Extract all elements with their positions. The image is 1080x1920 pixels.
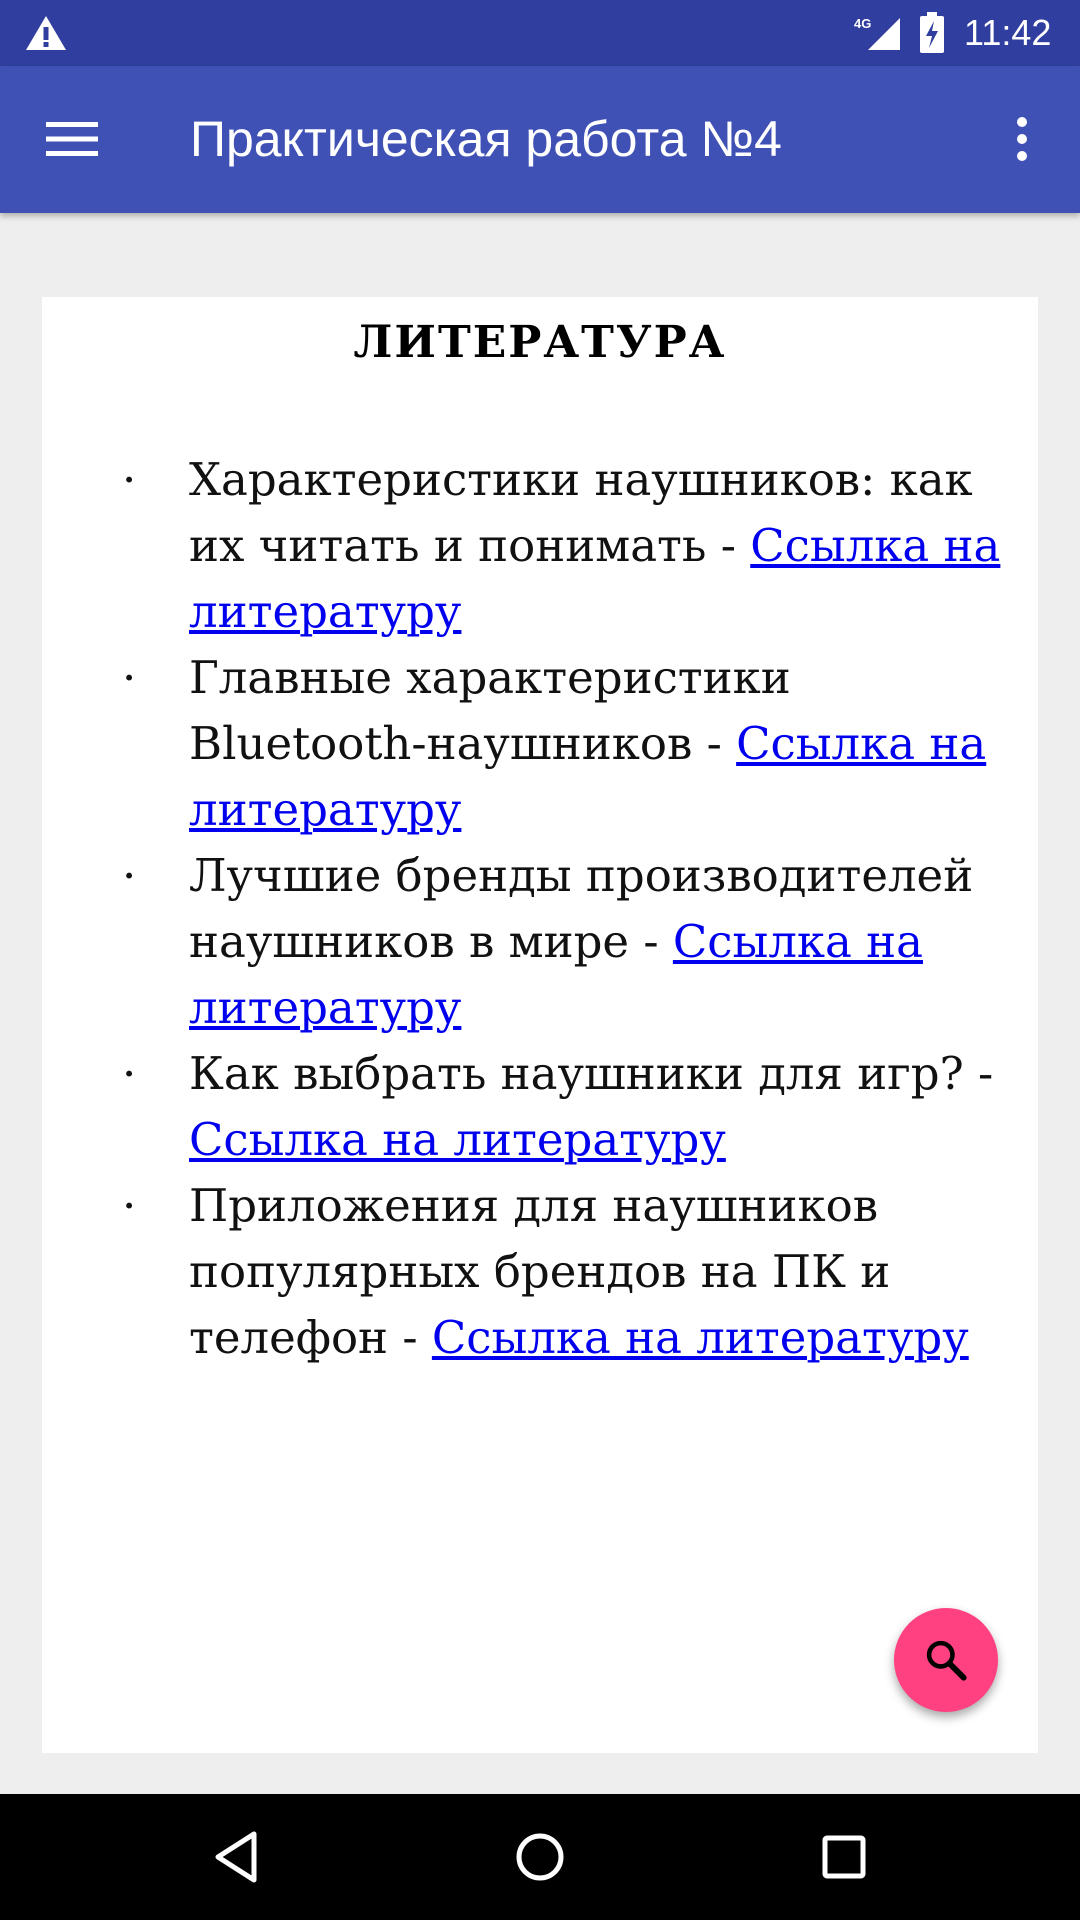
list-item: · Как выбрать наушники для игр? - Ссылка…: [42, 1041, 1038, 1173]
literature-list: · Характеристики наушников: как их читат…: [42, 447, 1038, 1371]
search-fab[interactable]: [894, 1608, 998, 1712]
literature-link[interactable]: Ссылка на литературу: [432, 1311, 969, 1364]
bullet: ·: [122, 849, 137, 902]
home-circle-icon: [516, 1833, 564, 1881]
list-item-text: Главные характеристики Bluetooth-наушник…: [189, 651, 791, 770]
navigation-drawer-button[interactable]: [32, 106, 112, 172]
recents-button[interactable]: [812, 1825, 876, 1889]
bullet: ·: [122, 1179, 137, 1232]
content-card: ЛИТЕРАТУРА · Характеристики наушников: к…: [42, 297, 1038, 1753]
list-item: · Лучшие бренды производителей наушников…: [42, 843, 1038, 1041]
bullet: ·: [122, 651, 137, 704]
overflow-menu-button[interactable]: [992, 106, 1052, 172]
list-item-text: Как выбрать наушники для игр? -: [189, 1047, 994, 1100]
battery-charging-icon: [920, 12, 944, 53]
search-icon: [926, 1640, 967, 1681]
cellular-signal-icon: 4G: [854, 16, 900, 50]
list-item: · Главные характеристики Bluetooth-наушн…: [42, 645, 1038, 843]
clock: 11:42: [964, 12, 1052, 53]
back-triangle-icon: [215, 1831, 257, 1883]
section-heading: ЛИТЕРАТУРА: [353, 317, 727, 368]
warning-icon: [26, 16, 66, 50]
literature-link[interactable]: Ссылка на литературу: [189, 1113, 726, 1166]
recents-square-icon: [822, 1835, 866, 1879]
bullet: ·: [122, 453, 137, 506]
list-item: · Приложения для наушников популярных бр…: [42, 1173, 1038, 1371]
more-vert-icon: [1017, 117, 1027, 161]
status-bar: 4G 11:42: [0, 0, 1080, 66]
app-bar: Практическая работа №4: [0, 66, 1080, 213]
back-button[interactable]: [204, 1825, 268, 1889]
hamburger-menu-icon: [46, 122, 98, 156]
list-item: · Характеристики наушников: как их читат…: [42, 447, 1038, 645]
page-title: Практическая работа №4: [190, 111, 782, 167]
home-button[interactable]: [508, 1825, 572, 1889]
network-type-label: 4G: [854, 16, 871, 31]
bullet: ·: [122, 1047, 137, 1100]
system-navigation-bar: [0, 1794, 1080, 1920]
